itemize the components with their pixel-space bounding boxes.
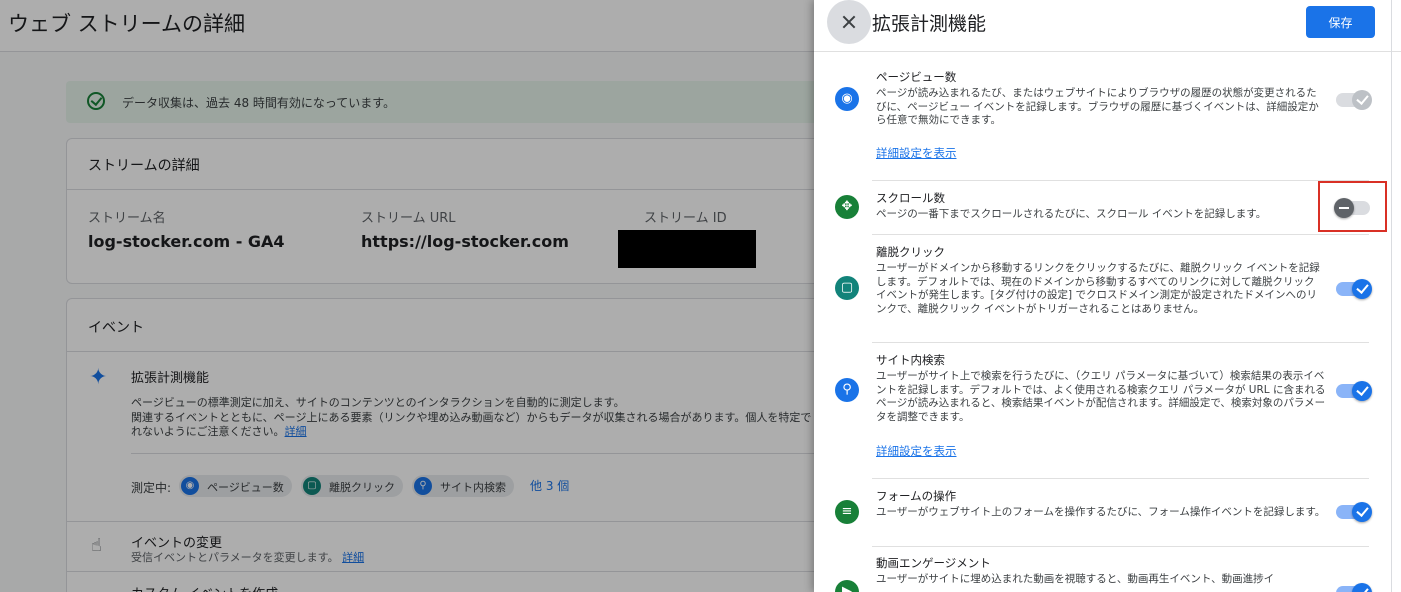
setting-title: ページビュー数	[876, 70, 957, 84]
toggle-knob	[1352, 502, 1372, 522]
save-button[interactable]: 保存	[1306, 6, 1375, 38]
enhanced-measurement-drawer: 拡張計測機能 保存 ◉ ページビュー数 ページが読み込まれるたび、またはウェブサ…	[814, 0, 1401, 592]
divider	[872, 546, 1369, 547]
drawer-scrollbar[interactable]	[1391, 0, 1392, 592]
setting-outbound-clicks: ▢ 離脱クリック ユーザーがドメインから移動するリンクをクリックするたびに、離脱…	[814, 234, 1391, 342]
divider	[872, 234, 1369, 235]
video-icon: ▶	[835, 580, 859, 592]
highlight-annotation-box	[1318, 181, 1387, 232]
setting-desc: ユーザーがドメインから移動するリンクをクリックするたびに、離脱クリック イベント…	[876, 262, 1320, 315]
toggle-knob	[1352, 583, 1372, 592]
site-search-toggle[interactable]	[1336, 381, 1372, 401]
setting-desc: ページが読み込まれるたび、またはウェブサイトによりブラウザの履歴の状態が変更され…	[876, 87, 1319, 126]
eye-icon: ◉	[835, 87, 859, 111]
setting-desc: ページの一番下までスクロールされるたびに、スクロール イベントを記録します。	[876, 208, 1267, 220]
setting-title: サイト内検索	[876, 353, 945, 367]
drawer-title: 拡張計測機能	[872, 13, 987, 35]
toggle-knob	[1352, 381, 1372, 401]
setting-title: フォームの操作	[876, 489, 957, 503]
modal-scrim[interactable]	[0, 0, 814, 592]
outbound-clicks-toggle[interactable]	[1336, 279, 1372, 299]
setting-site-search: ⚲ サイト内検索 ユーザーがサイト上で検索を行うたびに、（クエリ パラメータに基…	[814, 342, 1391, 478]
toggle-knob	[1352, 90, 1372, 110]
drawer-header: 拡張計測機能 保存	[814, 0, 1401, 52]
form-interactions-toggle[interactable]	[1336, 502, 1372, 522]
setting-desc: ユーザーがウェブサイト上のフォームを操作するたびに、フォーム操作イベントを記録し…	[876, 506, 1326, 518]
setting-form-interactions: ≡ フォームの操作 ユーザーがウェブサイト上のフォームを操作するたびに、フォーム…	[814, 478, 1391, 546]
advanced-settings-link[interactable]: 詳細設定を表示	[876, 443, 957, 459]
video-engagement-toggle[interactable]	[1336, 583, 1372, 592]
setting-scrolls: ✥ スクロール数 ページの一番下までスクロールされるたびに、スクロール イベント…	[814, 180, 1391, 234]
setting-title: 離脱クリック	[876, 245, 945, 259]
mouse-icon: ▢	[835, 276, 859, 300]
setting-title: スクロール数	[876, 191, 945, 205]
setting-page-views: ◉ ページビュー数 ページが読み込まれるたび、またはウェブサイトによりブラウザの…	[814, 52, 1391, 180]
setting-video-engagement: ▶ 動画エンゲージメント ユーザーがサイトに埋め込まれた動画を視聴すると、動画再…	[814, 546, 1391, 592]
toggle-knob	[1352, 279, 1372, 299]
setting-desc: ユーザーがサイト上で検索を行うたびに、（クエリ パラメータに基づいて）検索結果の…	[876, 370, 1326, 423]
divider	[872, 478, 1369, 479]
form-icon: ≡	[835, 500, 859, 524]
setting-title: 動画エンゲージメント	[876, 556, 991, 570]
divider	[872, 342, 1369, 343]
search-icon: ⚲	[835, 378, 859, 402]
setting-desc: ユーザーがサイトに埋め込まれた動画を視聴すると、動画再生イベント、動画進捗イ	[876, 573, 1275, 585]
scroll-icon: ✥	[835, 195, 859, 219]
advanced-settings-link[interactable]: 詳細設定を表示	[876, 145, 957, 161]
close-button[interactable]	[827, 0, 871, 44]
page-views-toggle[interactable]	[1336, 90, 1372, 110]
divider	[872, 180, 1369, 181]
